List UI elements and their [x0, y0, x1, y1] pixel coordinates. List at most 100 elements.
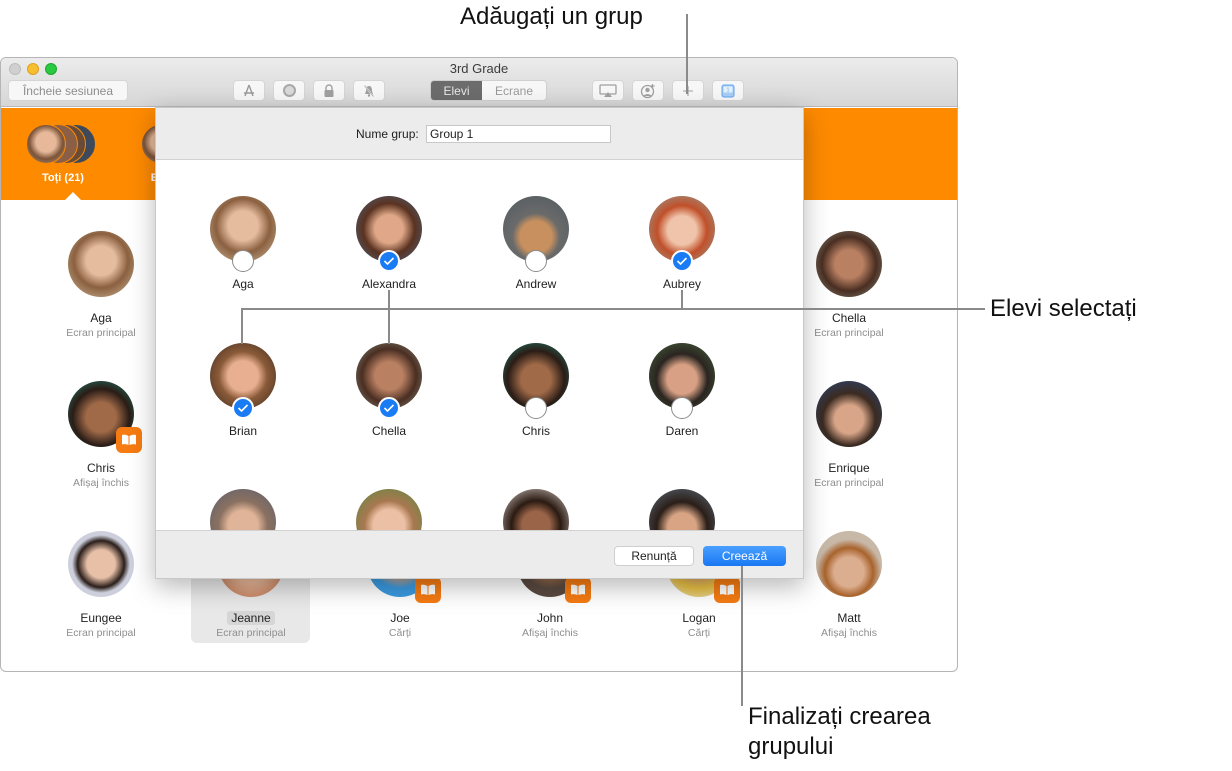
group-label: Toți (21): [42, 172, 84, 184]
student-name: Matt: [837, 611, 861, 625]
title-bar: 3rd Grade Încheie sesiunea Elevi Ecrane: [1, 58, 957, 107]
checkbox[interactable]: [671, 397, 693, 419]
avatar: [816, 381, 882, 447]
callout-line: [241, 308, 243, 344]
airplay-button[interactable]: [592, 80, 624, 101]
create-button[interactable]: Creează: [703, 546, 786, 566]
callout-finish: Finalizați crearea grupului: [748, 702, 931, 762]
callout-line: [388, 290, 390, 344]
student-pick[interactable]: [622, 489, 742, 530]
checkmark-icon: [237, 404, 249, 413]
avatar: [356, 343, 422, 419]
lock-icon: [324, 83, 334, 97]
callout-add-group: Adăugați un grup: [460, 3, 643, 30]
avatar: [649, 343, 715, 419]
checkbox[interactable]: [525, 250, 547, 272]
student-pick[interactable]: [183, 489, 303, 530]
callout-line: [741, 566, 743, 706]
add-group-button[interactable]: [672, 80, 704, 101]
checkbox-checked[interactable]: [378, 397, 400, 419]
student-tile[interactable]: Matt Afișaj închis: [790, 531, 908, 639]
window-title: 3rd Grade: [449, 61, 509, 76]
student-pick[interactable]: Daren: [622, 343, 742, 438]
group-all[interactable]: Toți (21): [26, 124, 100, 184]
student-pick[interactable]: Alexandra: [329, 196, 449, 291]
checkbox-checked[interactable]: [378, 250, 400, 272]
books-icon: [571, 584, 585, 595]
navigate-button[interactable]: [273, 80, 305, 101]
student-status: Cărți: [687, 627, 711, 639]
avatar: [816, 231, 882, 297]
student-name: John: [536, 611, 564, 625]
callout-line: [686, 14, 688, 94]
student-pick[interactable]: Chella: [329, 343, 449, 438]
avatar: [649, 489, 715, 530]
student-status: Ecran principal: [66, 627, 136, 639]
student-pick[interactable]: Chris: [476, 343, 596, 438]
student-tile[interactable]: Chella Ecran principal: [790, 231, 908, 339]
group-name-label: Nume grup:: [356, 127, 419, 141]
avatar: [210, 196, 276, 272]
checkbox-checked[interactable]: [232, 397, 254, 419]
student-tile[interactable]: Enrique Ecran principal: [790, 381, 908, 489]
books-icon: [122, 434, 136, 445]
student-status: Ecran principal: [814, 477, 884, 489]
student-pick[interactable]: Andrew: [476, 196, 596, 291]
checkbox-checked[interactable]: [671, 250, 693, 272]
inbox-icon: 1: [721, 84, 735, 97]
avatar: [210, 489, 276, 530]
group-avatar-stack: [26, 124, 100, 166]
sheet-footer: Renunță Creează: [156, 530, 803, 578]
app-store-icon: [244, 84, 254, 96]
student-pick[interactable]: Aubrey: [622, 196, 742, 291]
books-app-badge: [565, 577, 591, 603]
student-name: Chris: [86, 461, 115, 475]
mute-bell-icon: [363, 84, 375, 97]
books-app-badge: [714, 577, 740, 603]
callout-finish-line2: grupului: [748, 733, 834, 760]
student-name: Chella: [831, 311, 867, 325]
student-status: Ecran principal: [66, 327, 136, 339]
student-name: Eungee: [80, 611, 122, 625]
student-status: Afișaj închis: [521, 627, 579, 639]
mute-button[interactable]: [353, 80, 385, 101]
student-pick[interactable]: [329, 489, 449, 530]
avatar: [356, 196, 422, 272]
add-student-button[interactable]: [632, 80, 664, 101]
group-name-input[interactable]: [426, 125, 611, 143]
cancel-button[interactable]: Renunță: [614, 546, 694, 566]
checkbox[interactable]: [525, 397, 547, 419]
student-name: Jeanne: [227, 611, 275, 625]
tab-students[interactable]: Elevi: [431, 81, 482, 100]
tab-screens[interactable]: Ecrane: [482, 81, 546, 100]
student-pick[interactable]: Brian: [183, 343, 303, 438]
student-pick[interactable]: [476, 489, 596, 530]
add-person-icon: [640, 83, 655, 98]
avatar: [816, 531, 882, 597]
student-picker-grid: Aga Alexandra Andrew Aubrey Brian Chella…: [156, 161, 803, 530]
selected-group-pointer: [64, 192, 82, 201]
callout-line: [681, 290, 683, 309]
student-pick[interactable]: Aga: [183, 196, 303, 291]
student-name: Enrique: [828, 461, 870, 475]
new-group-sheet: Nume grup: Aga Alexandra Andrew: [155, 107, 804, 579]
books-app-badge: [415, 577, 441, 603]
student-status: Ecran principal: [216, 627, 286, 639]
student-tile[interactable]: Eungee Ecran principal: [42, 531, 160, 639]
safari-compass-icon: [282, 84, 296, 97]
lock-button[interactable]: [313, 80, 345, 101]
avatar: [649, 196, 715, 272]
checkbox[interactable]: [232, 250, 254, 272]
student-name: Joe: [390, 611, 410, 625]
end-session-button[interactable]: Încheie sesiunea: [8, 80, 128, 101]
view-segmented-control: Elevi Ecrane: [430, 80, 547, 101]
books-icon: [421, 584, 435, 595]
student-tile[interactable]: Aga Ecran principal: [42, 231, 160, 339]
avatar: [68, 231, 134, 297]
student-name: Daren: [665, 424, 699, 438]
student-tile[interactable]: Chris Afișaj închis: [42, 381, 160, 489]
inbox-button[interactable]: 1: [712, 80, 744, 101]
student-status: Ecran principal: [814, 327, 884, 339]
open-app-button[interactable]: [233, 80, 265, 101]
student-name: Alexandra: [361, 277, 417, 291]
